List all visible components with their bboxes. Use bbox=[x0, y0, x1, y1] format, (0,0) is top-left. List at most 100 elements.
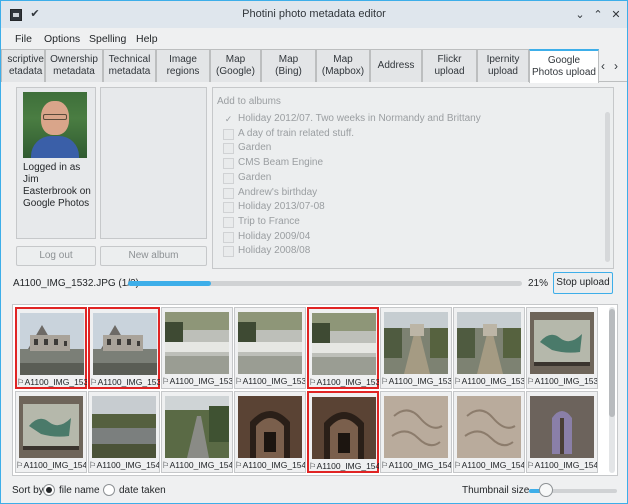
thumbnail-caption: ⚐A1100_IMG_1532 bbox=[17, 377, 87, 388]
flag-icon: ⚐ bbox=[17, 377, 25, 387]
flag-icon: ⚐ bbox=[454, 376, 462, 386]
thumbnail[interactable]: ⚐A1100_IMG_1532 bbox=[15, 307, 87, 389]
thumbnail-scrollbar[interactable] bbox=[609, 307, 615, 473]
album-checkbox[interactable] bbox=[223, 187, 234, 199]
album-label: Garden bbox=[238, 171, 272, 183]
album-label: Garden bbox=[238, 142, 272, 154]
album-checkbox[interactable] bbox=[223, 246, 234, 258]
thumbnail[interactable]: ⚐A1100_IMG_1546 bbox=[453, 391, 525, 473]
tab-address[interactable]: Address bbox=[370, 49, 422, 82]
thumbnail[interactable]: ⚐A1100_IMG_1535 bbox=[234, 307, 306, 389]
tab-map-bing[interactable]: Map (Bing) bbox=[261, 49, 316, 82]
album-checkbox[interactable] bbox=[223, 172, 234, 184]
thumbnail-filename: A1100_IMG_1547 bbox=[534, 460, 597, 470]
thumbnail[interactable]: ⚐A1100_IMG_1540 bbox=[15, 391, 87, 473]
thumbnail-image bbox=[165, 312, 229, 374]
stop-upload-button[interactable]: Stop upload bbox=[553, 272, 613, 294]
thumbnail-image bbox=[457, 312, 521, 374]
thumbnail-filename: A1100_IMG_1535 bbox=[242, 376, 305, 386]
album-label: A day of train related stuff. bbox=[238, 127, 354, 139]
flag-icon: ⚐ bbox=[16, 460, 24, 470]
sort-file-name-label[interactable]: file name bbox=[59, 485, 100, 496]
minimize-icon[interactable]: ⌄ bbox=[573, 8, 587, 22]
thumbnail-filename: A1100_IMG_1542 bbox=[169, 460, 232, 470]
tab-map-google[interactable]: Map (Google) bbox=[210, 49, 261, 82]
menu-file[interactable]: File bbox=[15, 33, 32, 45]
menu-options[interactable]: Options bbox=[44, 33, 80, 45]
thumbnail[interactable]: ⚐A1100_IMG_1538 bbox=[453, 307, 525, 389]
thumbnail[interactable]: ⚐A1100_IMG_1547 bbox=[526, 391, 598, 473]
tab-image-regions[interactable]: Image regions bbox=[156, 49, 210, 82]
thumbnail[interactable]: ⚐A1100_IMG_1537 bbox=[380, 307, 452, 389]
flag-icon: ⚐ bbox=[235, 376, 243, 386]
album-label: Andrew's birthday bbox=[238, 186, 318, 198]
album-label: Holiday 2013/07-08 bbox=[238, 201, 325, 213]
tab-descriptive-metadata[interactable]: scriptive etadata bbox=[1, 49, 45, 82]
tab-scroll-left-icon[interactable]: ‹ bbox=[601, 59, 605, 73]
log-out-button[interactable]: Log out bbox=[16, 246, 96, 266]
flag-icon: ⚐ bbox=[309, 377, 317, 387]
thumbnail[interactable]: ⚐A1100_IMG_1544 bbox=[307, 391, 379, 473]
album-checkbox-checked[interactable]: ✓ bbox=[223, 114, 234, 125]
thumbnail-size-label: Thumbnail size bbox=[462, 485, 530, 496]
thumbnail-image bbox=[530, 312, 594, 374]
thumbnail-caption: ⚐A1100_IMG_1547 bbox=[527, 460, 597, 471]
tab-map-mapbox[interactable]: Map (Mapbox) bbox=[316, 49, 370, 82]
menu-help[interactable]: Help bbox=[136, 33, 158, 45]
thumbnail-caption: ⚐A1100_IMG_1540 bbox=[16, 460, 86, 471]
thumbnail-image bbox=[384, 312, 448, 374]
sort-file-name-radio[interactable] bbox=[43, 484, 55, 496]
album-checkbox[interactable] bbox=[223, 128, 234, 140]
thumbnail-filename: A1100_IMG_1539 bbox=[534, 376, 597, 386]
albums-scrollbar[interactable] bbox=[605, 112, 610, 262]
app-window: ✔ Photini photo metadata editor ⌄ ⌃ ✕ Fi… bbox=[0, 0, 628, 504]
thumbnail[interactable]: ⚐A1100_IMG_1543 bbox=[234, 391, 306, 473]
thumbnail-caption: ⚐A1100_IMG_1537 bbox=[381, 376, 451, 387]
album-checkbox[interactable] bbox=[223, 202, 234, 214]
thumbnail-filename: A1100_IMG_1540 bbox=[23, 460, 86, 470]
thumbnail-image bbox=[165, 396, 229, 458]
flag-icon: ⚐ bbox=[381, 460, 389, 470]
tab-ipernity-upload[interactable]: Ipernity upload bbox=[477, 49, 529, 82]
album-checkbox[interactable] bbox=[223, 158, 234, 170]
flag-icon: ⚐ bbox=[90, 377, 98, 387]
thumbnail[interactable]: ⚐A1100_IMG_1533 bbox=[88, 307, 160, 389]
menu-spelling[interactable]: Spelling bbox=[89, 33, 126, 45]
window-title: Photini photo metadata editor bbox=[242, 8, 386, 20]
album-label: Holiday 2008/08 bbox=[238, 245, 311, 257]
login-status: Logged in as Jim Easterbrook on Google P… bbox=[23, 162, 91, 209]
thumbnail-filename: A1100_IMG_1536 bbox=[316, 377, 379, 387]
thumbnail-size-handle[interactable] bbox=[539, 483, 553, 497]
scrollbar-handle[interactable] bbox=[609, 309, 615, 417]
upload-progress-label: A1100_IMG_1532.JPG (1/3) bbox=[13, 278, 139, 289]
close-icon[interactable]: ✕ bbox=[609, 8, 623, 22]
thumbnail[interactable]: ⚐A1100_IMG_1545 bbox=[380, 391, 452, 473]
album-checkbox[interactable] bbox=[223, 231, 234, 243]
tab-technical-metadata[interactable]: Technical metadata bbox=[103, 49, 156, 82]
tab-flickr-upload[interactable]: Flickr upload bbox=[422, 49, 477, 82]
thumbnail-filename: A1100_IMG_1537 bbox=[388, 376, 451, 386]
thumbnail[interactable]: ⚐A1100_IMG_1534 bbox=[161, 307, 233, 389]
bottom-bar: Sort by file name date taken Thumbnail s… bbox=[1, 479, 627, 503]
album-checkbox[interactable] bbox=[223, 143, 234, 155]
tab-ownership-metadata[interactable]: Ownership metadata bbox=[45, 49, 103, 82]
sort-date-taken-label[interactable]: date taken bbox=[119, 485, 166, 496]
upload-progress-bar bbox=[128, 281, 522, 286]
thumbnail-caption: ⚐A1100_IMG_1544 bbox=[309, 461, 379, 472]
thumbnail-caption: ⚐A1100_IMG_1538 bbox=[454, 376, 524, 387]
thumbnail[interactable]: ⚐A1100_IMG_1536 bbox=[307, 307, 379, 389]
album-checkbox[interactable] bbox=[223, 216, 234, 228]
thumbnail[interactable]: ⚐A1100_IMG_1542 bbox=[161, 391, 233, 473]
thumbnail-caption: ⚐A1100_IMG_1546 bbox=[454, 460, 524, 471]
title-bar[interactable]: ✔ Photini photo metadata editor ⌄ ⌃ ✕ bbox=[1, 1, 627, 28]
thumbnail-filename: A1100_IMG_1546 bbox=[461, 460, 524, 470]
sort-date-taken-radio[interactable] bbox=[103, 484, 115, 496]
tab-google-photos-upload[interactable]: Google Photos upload bbox=[529, 49, 599, 83]
albums-title: Add to albums bbox=[217, 96, 281, 107]
maximize-icon[interactable]: ⌃ bbox=[591, 8, 605, 22]
thumbnail[interactable]: ⚐A1100_IMG_1539 bbox=[526, 307, 598, 389]
new-album-button[interactable]: New album bbox=[100, 246, 207, 266]
tab-scroll-right-icon[interactable]: › bbox=[614, 59, 618, 73]
thumbnail[interactable]: ⚐A1100_IMG_1541 bbox=[88, 391, 160, 473]
thumbnail-filename: A1100_IMG_1532 bbox=[24, 377, 87, 387]
